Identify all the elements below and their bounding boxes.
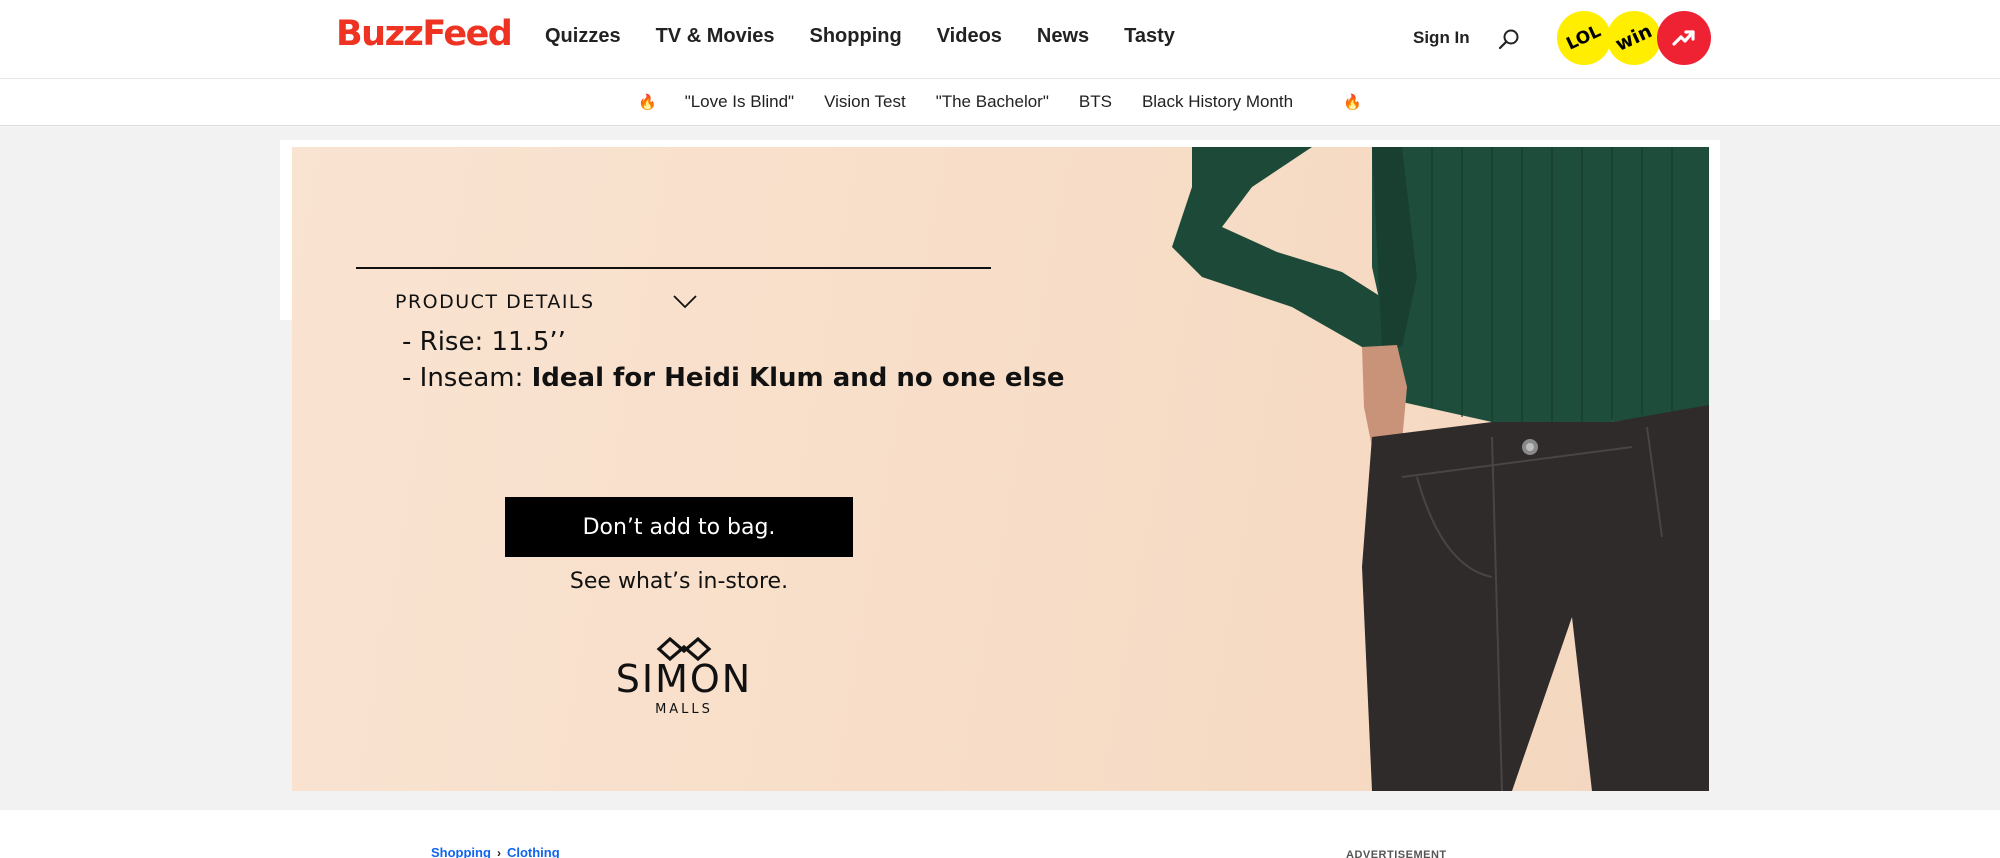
trending-item-bts[interactable]: BTS xyxy=(1079,92,1112,112)
advertisement-label: ADVERTISEMENT xyxy=(1346,849,1447,858)
trending-badge[interactable] xyxy=(1657,11,1711,65)
inseam-value: Ideal for Heidi Klum and no one else xyxy=(531,363,1065,393)
search-icon[interactable] xyxy=(1498,28,1520,50)
nav-item-tv-movies[interactable]: TV & Movies xyxy=(656,25,775,48)
chevron-right-icon: › xyxy=(496,845,501,858)
chevron-down-icon xyxy=(673,295,697,309)
dont-add-to-bag-button[interactable]: Don’t add to bag. xyxy=(505,497,853,557)
nav-item-quizzes[interactable]: Quizzes xyxy=(545,25,621,48)
badge-group: LOL win xyxy=(1557,11,1711,67)
nav-item-videos[interactable]: Videos xyxy=(937,25,1002,48)
breadcrumb-clothing[interactable]: Clothing xyxy=(507,845,560,858)
product-detail-inseam: - Inseam: Ideal for Heidi Klum and no on… xyxy=(402,363,1065,393)
ad-subtext: See what’s in-store. xyxy=(569,569,789,594)
win-badge[interactable]: win xyxy=(1607,11,1661,65)
nav-item-news[interactable]: News xyxy=(1037,25,1089,48)
product-details-title: PRODUCT DETAILS xyxy=(395,291,595,313)
lol-badge-label: LOL xyxy=(1563,21,1605,55)
ad-divider xyxy=(356,267,991,269)
trending-bar: 🔥 "Love Is Blind" Vision Test "The Bache… xyxy=(0,80,2000,126)
fire-icon: 🔥 xyxy=(1343,94,1362,111)
product-detail-rise: - Rise: 11.5’’ xyxy=(402,327,566,357)
trending-item-black-history-month[interactable]: Black History Month xyxy=(1142,92,1293,112)
inseam-prefix: - Inseam: xyxy=(402,363,532,393)
breadcrumb: Shopping › Clothing xyxy=(431,845,560,858)
trending-item-love-is-blind[interactable]: "Love Is Blind" xyxy=(685,92,794,112)
simon-malls-ad[interactable]: PRODUCT DETAILS - Rise: 11.5’’ - Inseam:… xyxy=(292,147,1709,791)
trending-item-vision-test[interactable]: Vision Test xyxy=(824,92,906,112)
simon-brand: SIMON xyxy=(615,657,753,701)
lol-badge[interactable]: LOL xyxy=(1557,11,1611,65)
model-photo xyxy=(1172,147,1709,791)
breadcrumb-shopping[interactable]: Shopping xyxy=(431,845,491,858)
nav-item-shopping[interactable]: Shopping xyxy=(810,25,902,48)
site-header: BuzzFeed Quizzes TV & Movies Shopping Vi… xyxy=(0,0,2000,79)
trending-arrow-icon xyxy=(1672,30,1695,46)
main-nav: Quizzes TV & Movies Shopping Videos News… xyxy=(545,25,1210,48)
fire-icon: 🔥 xyxy=(638,94,657,111)
nav-item-tasty[interactable]: Tasty xyxy=(1124,25,1175,48)
buzzfeed-logo[interactable]: BuzzFeed xyxy=(336,14,513,54)
malls-brand: MALLS xyxy=(655,702,713,717)
trending-item-the-bachelor[interactable]: "The Bachelor" xyxy=(936,92,1049,112)
win-badge-label: win xyxy=(1612,20,1656,56)
trending-list: 🔥 "Love Is Blind" Vision Test "The Bache… xyxy=(638,92,1362,112)
sign-in-link[interactable]: Sign In xyxy=(1413,28,1470,48)
